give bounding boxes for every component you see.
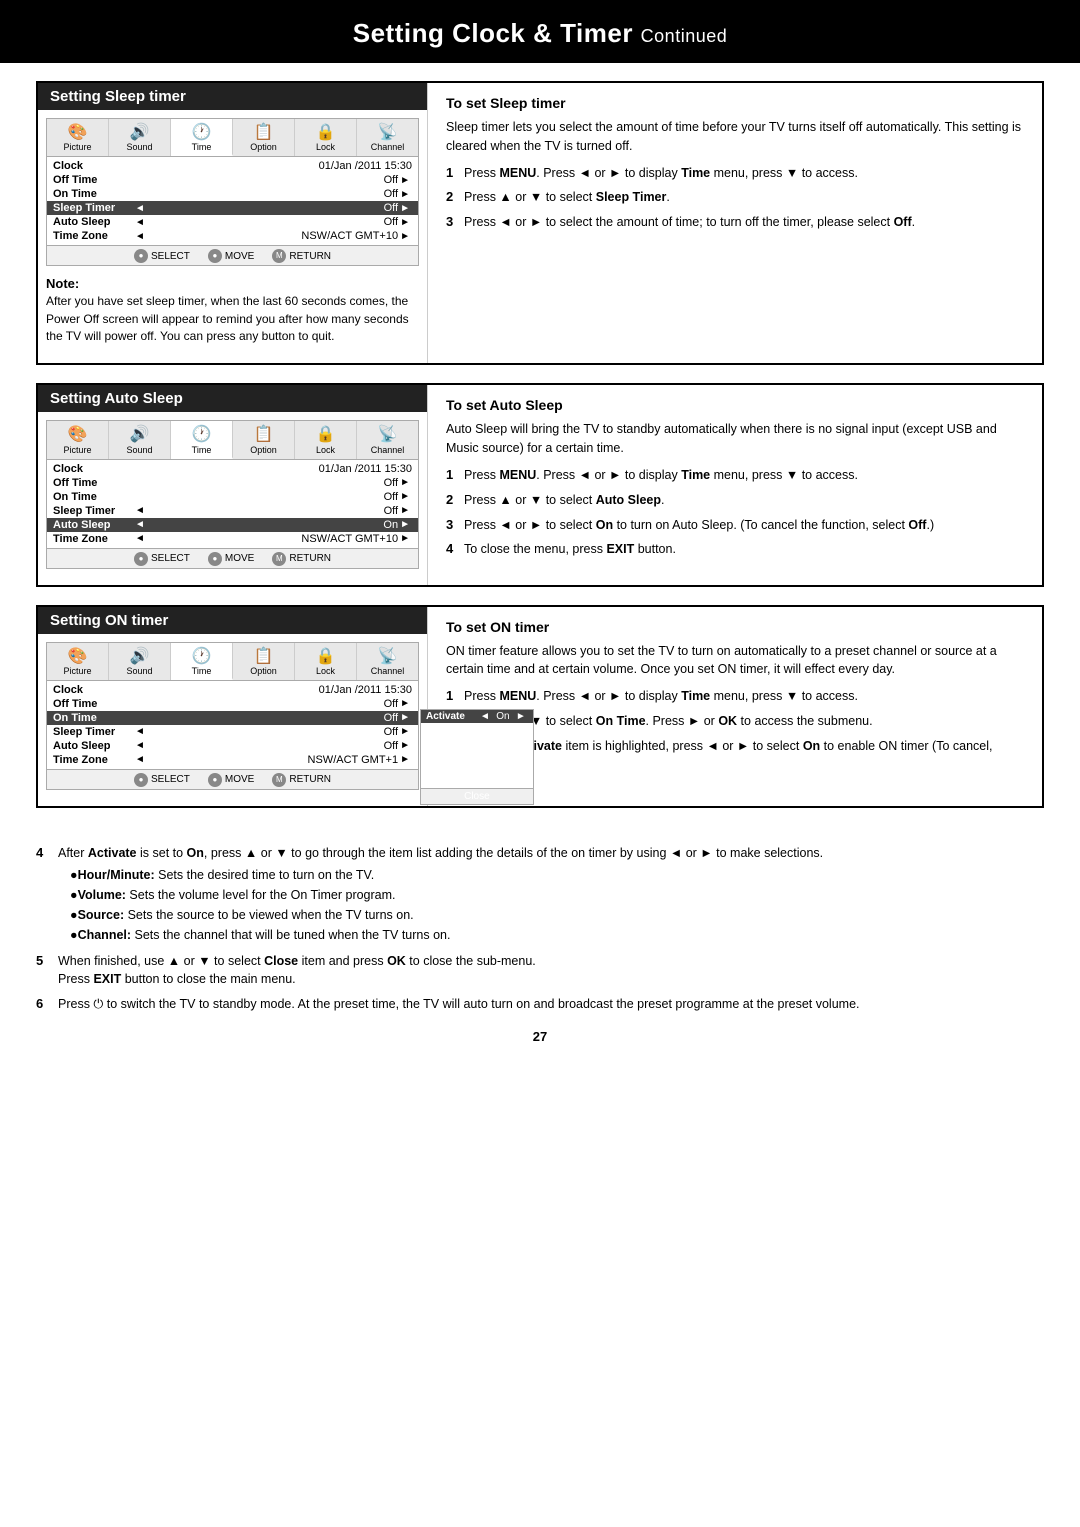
bullet-channel: ●Channel: Sets the channel that will be … [70,926,1044,944]
header-continued: Continued [641,26,728,46]
note-block: Note: After you have set sleep timer, wh… [38,272,427,353]
icon-picture: 🎨 Picture [47,119,109,156]
icon-time-auto: 🕐 Time [171,421,233,458]
sleep-timer-menu: 🎨 Picture 🔊 Sound 🕐 Time 📋 [46,118,419,266]
step-2-auto: 2 Press ▲ or ▼ to select Auto Sleep. [446,491,1024,510]
step-3-auto: 3 Press ◄ or ► to select On to turn on A… [446,516,1024,535]
icon-option-on: 📋 Option [233,643,295,680]
icon-time: 🕐 Time [171,119,233,156]
icon-option-auto: 📋 Option [233,421,295,458]
submenu-minute: Minute ◄ 00 ► [421,736,533,749]
icon-channel-auto: 📡 Channel [357,421,418,458]
row-sleep-timer-on: Sleep Timer ◄ Off ► [47,725,418,739]
on-timer-left: Setting ON timer 🎨 Picture 🔊 Sound 🕐 [38,607,428,806]
menu-icons-on: 🎨 Picture 🔊 Sound 🕐 Time 📋 [47,643,418,681]
on-timer-menu: 🎨 Picture 🔊 Sound 🕐 Time 📋 [46,642,419,790]
row-off-time: Off Time Off ► [47,173,418,187]
row-time-zone-on: Time Zone ◄ NSW/ACT GMT+1 ► [47,753,418,767]
menu-rows-sleep: Clock 01/Jan /2011 15:30 Off Time Off ► … [47,157,418,245]
icon-option: 📋 Option [233,119,295,156]
sleep-timer-section: Setting Sleep timer 🎨 Picture 🔊 Sound [36,81,1044,365]
icon-lock-on: 🔒 Lock [295,643,357,680]
step-4-outer: 4 After Activate is set to On, press ▲ o… [0,844,1080,947]
step-2-sleep: 2 Press ▲ or ▼ to select Sleep Timer. [446,188,1024,207]
menu-footer-auto: ● SELECT ● MOVE M RETURN [47,548,418,568]
page-number: 27 [0,1019,1080,1054]
auto-sleep-title: Setting Auto Sleep [38,385,427,412]
sleep-timer-title: Setting Sleep timer [38,83,427,110]
row-on-time: On Time Off ► [47,187,418,201]
menu-footer-on: ● SELECT ● MOVE M RETURN [47,769,418,789]
to-set-auto-title: To set Auto Sleep [446,397,1024,413]
row-clock-auto: Clock 01/Jan /2011 15:30 [47,462,418,476]
row-on-time-on: On Time Off ► Activate ◄ On [47,711,418,725]
icon-picture-auto: 🎨 Picture [47,421,109,458]
menu-icons-sleep: 🎨 Picture 🔊 Sound 🕐 Time 📋 [47,119,418,157]
submenu-hour: Hour ◄ 00 ► [421,723,533,736]
submenu-activate: Activate ◄ On ► [421,710,533,723]
icon-picture-on: 🎨 Picture [47,643,109,680]
row-off-time-on: Off Time Off ► [47,697,418,711]
submenu-popup: Activate ◄ On ► Hour ◄ 00 [418,709,534,805]
header-title: Setting Clock & Timer [353,18,633,48]
row-clock: Clock 01/Jan /2011 15:30 [47,159,418,173]
auto-sleep-steps: 1 Press MENU. Press ◄ or ► to display Ti… [446,466,1024,559]
icon-sound: 🔊 Sound [109,119,171,156]
menu-rows-on: Clock 01/Jan /2011 15:30 Off Time Off ► … [47,681,418,769]
to-set-on-title: To set ON timer [446,619,1024,635]
row-auto-sleep-hl: Auto Sleep ◄ On ► [47,518,418,532]
row-auto-sleep: Auto Sleep ◄ Off ► [47,215,418,229]
auto-sleep-right: To set Auto Sleep Auto Sleep will bring … [428,385,1042,584]
menu-rows-auto: Clock 01/Jan /2011 15:30 Off Time Off ► … [47,460,418,548]
on-timer-section: Setting ON timer 🎨 Picture 🔊 Sound 🕐 [36,605,1044,808]
icon-lock-auto: 🔒 Lock [295,421,357,458]
icon-sound-auto: 🔊 Sound [109,421,171,458]
auto-sleep-menu: 🎨 Picture 🔊 Sound 🕐 Time 📋 [46,420,419,568]
row-sleep-timer: Sleep Timer ◄ Off ► [47,201,418,215]
bullet-volume: ●Volume: Sets the volume level for the O… [70,886,1044,904]
sleep-timer-right: To set Sleep timer Sleep timer lets you … [428,83,1042,363]
icon-channel-on: 📡 Channel [357,643,418,680]
sleep-timer-left: Setting Sleep timer 🎨 Picture 🔊 Sound [38,83,428,363]
on-timer-desc: ON timer feature allows you to set the T… [446,642,1024,680]
step-6-outer: 6 Press ⏻ to switch the TV to standby mo… [0,995,1080,1014]
submenu-channel: Channel ◄ 10 ► [421,775,533,788]
step-5-outer: 5 When finished, use ▲ or ▼ to select Cl… [0,952,1080,988]
step-1-sleep: 1 Press MENU. Press ◄ or ► to display Ti… [446,164,1024,183]
submenu-close: Close [421,788,533,804]
note-text: After you have set sleep timer, when the… [46,293,419,345]
auto-sleep-desc: Auto Sleep will bring the TV to standby … [446,420,1024,458]
row-on-time-auto: On Time Off ► [47,490,418,504]
bullet-source: ●Source: Sets the source to be viewed wh… [70,906,1044,924]
row-clock-on: Clock 01/Jan /2011 15:30 [47,683,418,697]
step-3-sleep: 3 Press ◄ or ► to select the amount of t… [446,213,1024,232]
step-1-auto: 1 Press MENU. Press ◄ or ► to display Ti… [446,466,1024,485]
sleep-timer-steps: 1 Press MENU. Press ◄ or ► to display Ti… [446,164,1024,233]
row-sleep-timer-auto: Sleep Timer ◄ Off ► [47,504,418,518]
note-title: Note: [46,276,419,291]
submenu-volume: Volume ◄ 30 ► [421,749,533,762]
menu-icons-auto: 🎨 Picture 🔊 Sound 🕐 Time 📋 [47,421,418,459]
row-time-zone-auto: Time Zone ◄ NSW/ACT GMT+10 ► [47,532,418,546]
row-time-zone: Time Zone ◄ NSW/ACT GMT+10 ► [47,229,418,243]
icon-lock: 🔒 Lock [295,119,357,156]
auto-sleep-left: Setting Auto Sleep 🎨 Picture 🔊 Sound 🕐 [38,385,428,584]
menu-footer-sleep: ● SELECT ● MOVE M RETURN [47,245,418,265]
page-header: Setting Clock & Timer Continued [0,0,1080,63]
step-4-auto: 4 To close the menu, press EXIT button. [446,540,1024,559]
submenu-source: Source ◄ DTV ► [421,762,533,775]
sleep-timer-desc: Sleep timer lets you select the amount o… [446,118,1024,156]
row-auto-sleep-on: Auto Sleep ◄ Off ► [47,739,418,753]
to-set-sleep-title: To set Sleep timer [446,95,1024,111]
auto-sleep-section: Setting Auto Sleep 🎨 Picture 🔊 Sound 🕐 [36,383,1044,586]
icon-channel: 📡 Channel [357,119,418,156]
bullet-hour: ●Hour/Minute: Sets the desired time to t… [70,866,1044,884]
on-timer-title: Setting ON timer [38,607,427,634]
step-1-on: 1 Press MENU. Press ◄ or ► to display Ti… [446,687,1024,706]
icon-time-on: 🕐 Time [171,643,233,680]
row-off-time-auto: Off Time Off ► [47,476,418,490]
icon-sound-on: 🔊 Sound [109,643,171,680]
